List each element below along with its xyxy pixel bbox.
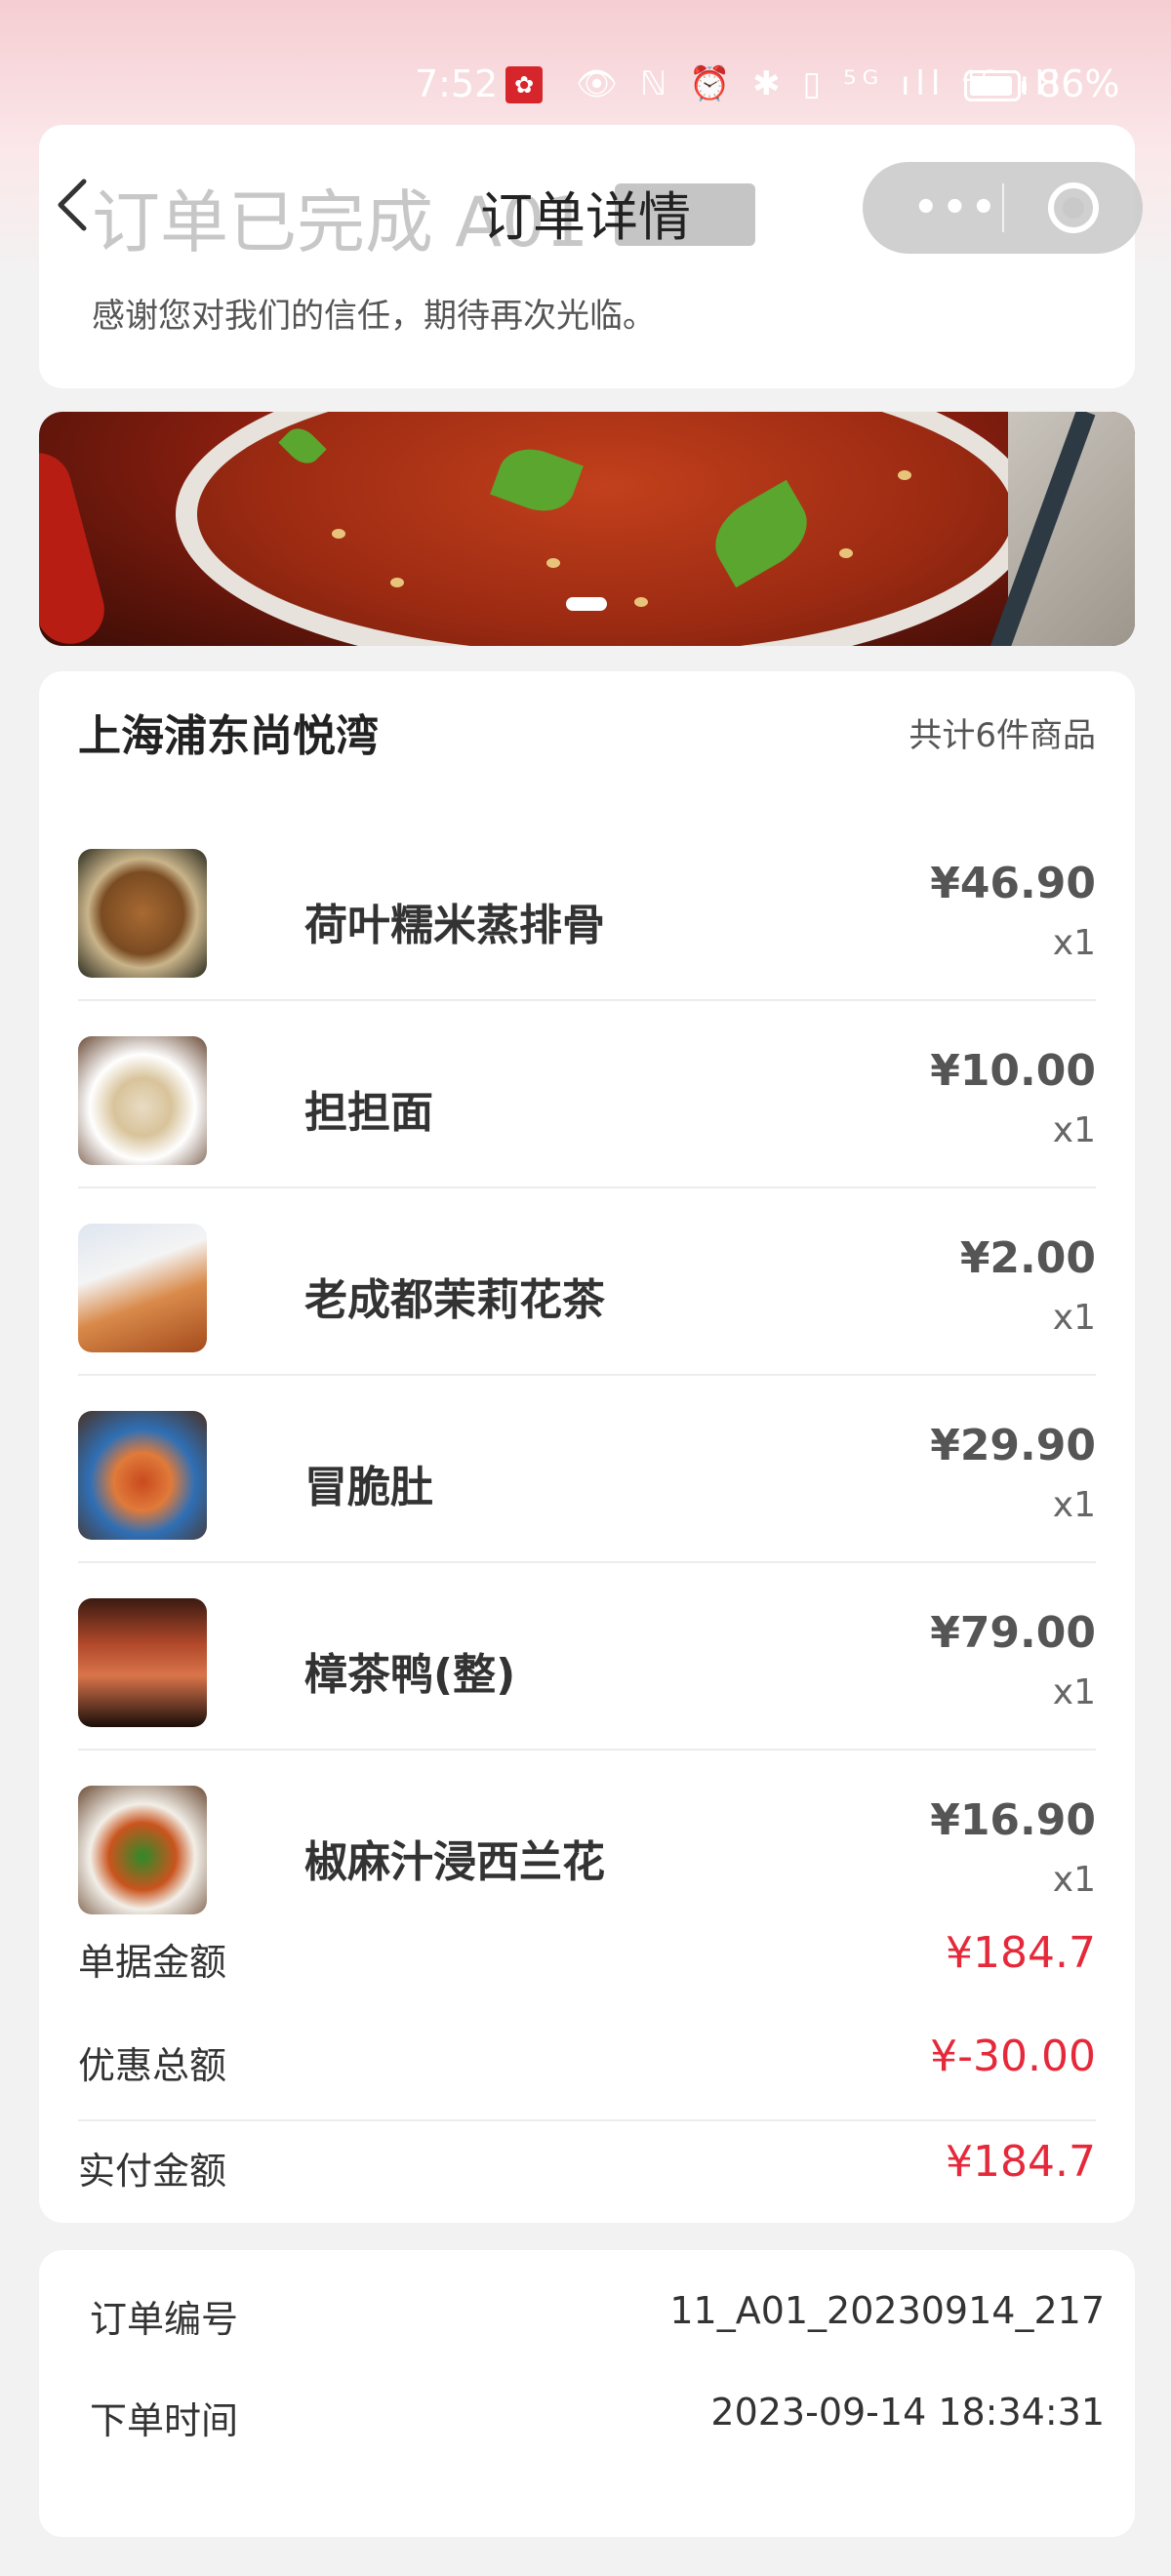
item-price: ¥46.90: [930, 859, 1096, 908]
notification-icon: ✿: [505, 66, 543, 103]
seed-decor: [332, 529, 345, 539]
seed-decor: [839, 548, 853, 558]
tea-smoked-duck-thumbnail: [78, 1598, 207, 1727]
bill-amount-value: ¥184.7: [946, 1928, 1096, 1978]
bill-amount-label: 单据金额: [78, 1941, 227, 1984]
item-quantity: x1: [1052, 1485, 1096, 1525]
item-price: ¥10.00: [930, 1046, 1096, 1096]
banner-page-indicator: [566, 597, 607, 611]
paid-amount-row: 实付金额 ¥184.7: [78, 2119, 1096, 2197]
item-price: ¥16.90: [930, 1795, 1096, 1845]
bill-amount-row: 单据金额 ¥184.7: [78, 1918, 1096, 1996]
order-item[interactable]: 冒脆肚 ¥29.90 x1: [78, 1376, 1096, 1563]
battery-icon: [964, 70, 1027, 101]
item-name: 冒脆肚: [304, 1463, 433, 1512]
seed-decor: [898, 470, 911, 480]
order-item[interactable]: 老成都茉莉花茶 ¥2.00 x1: [78, 1188, 1096, 1376]
order-time-row: 下单时间 2023-09-14 18:34:31: [90, 2391, 1105, 2449]
steamed-ribs-thumbnail: [78, 849, 207, 978]
order-item[interactable]: 樟茶鸭(整) ¥79.00 x1: [78, 1563, 1096, 1751]
item-name: 担担面: [304, 1088, 433, 1138]
item-count: 共计6件商品: [909, 716, 1096, 755]
item-quantity: x1: [1052, 1672, 1096, 1712]
order-item[interactable]: 荷叶糯米蒸排骨 ¥46.90 x1: [78, 814, 1096, 1001]
status-time: 7:52: [415, 62, 499, 105]
item-name: 樟茶鸭(整): [304, 1650, 516, 1700]
target-circle-icon[interactable]: [1048, 182, 1099, 233]
pepper-broccoli-thumbnail: [78, 1786, 207, 1914]
item-quantity: x1: [1052, 1860, 1096, 1900]
item-quantity: x1: [1052, 923, 1096, 963]
item-price: ¥79.00: [930, 1608, 1096, 1658]
more-dots-icon[interactable]: •••: [913, 185, 1000, 230]
discount-row: 优惠总额 ¥-30.00: [78, 2022, 1096, 2100]
item-price: ¥29.90: [930, 1421, 1096, 1470]
order-items-card: 上海浦东尚悦湾 共计6件商品 荷叶糯米蒸排骨 ¥46.90 x1 担担面 ¥10…: [39, 671, 1135, 2223]
paid-amount-value: ¥184.7: [946, 2137, 1096, 2187]
spicy-tripe-thumbnail: [78, 1411, 207, 1540]
seed-decor: [634, 597, 648, 607]
mini-program-capsule: •••: [863, 162, 1143, 254]
chili-pepper-decor: [39, 445, 112, 646]
order-number-label: 订单编号: [90, 2298, 239, 2341]
status-bar: 7:52 ✿ 👁 ℕ ⏰ ✱ ▯ ⁵ᴳ ıll ⁴ᴳ ıll 86%: [0, 59, 1171, 113]
item-price: ¥2.00: [959, 1233, 1096, 1283]
seed-decor: [390, 578, 404, 587]
item-name: 椒麻汁浸西兰花: [304, 1837, 605, 1887]
discount-label: 优惠总额: [78, 2044, 227, 2087]
order-time-label: 下单时间: [90, 2399, 239, 2442]
item-name: 荷叶糯米蒸排骨: [304, 901, 605, 950]
paid-amount-label: 实付金额: [78, 2150, 227, 2193]
summary-divider: [78, 2119, 1096, 2121]
item-name: 老成都茉莉花茶: [304, 1275, 605, 1325]
hot-pot-banner[interactable]: [39, 412, 1135, 646]
capsule-divider: [1002, 183, 1004, 232]
item-quantity: x1: [1052, 1298, 1096, 1338]
item-quantity: x1: [1052, 1110, 1096, 1150]
order-item[interactable]: 担担面 ¥10.00 x1: [78, 1001, 1096, 1188]
battery-percent: 86%: [1037, 62, 1120, 105]
order-item[interactable]: 椒麻汁浸西兰花 ¥16.90 x1: [78, 1751, 1096, 1938]
order-time-value: 2023-09-14 18:34:31: [710, 2391, 1105, 2434]
discount-value: ¥-30.00: [930, 2032, 1096, 2081]
thanks-message: 感谢您对我们的信任，期待再次光临。: [92, 297, 656, 336]
store-name: 上海浦东尚悦湾: [78, 711, 379, 761]
seed-decor: [546, 558, 560, 568]
order-number-row: 订单编号 11_A01_20230914_217: [90, 2289, 1105, 2348]
dandan-noodles-thumbnail: [78, 1036, 207, 1165]
jasmine-tea-thumbnail: [78, 1224, 207, 1352]
order-info-card: 订单编号 11_A01_20230914_217 下单时间 2023-09-14…: [39, 2250, 1135, 2537]
order-number-value[interactable]: 11_A01_20230914_217: [669, 2289, 1105, 2332]
